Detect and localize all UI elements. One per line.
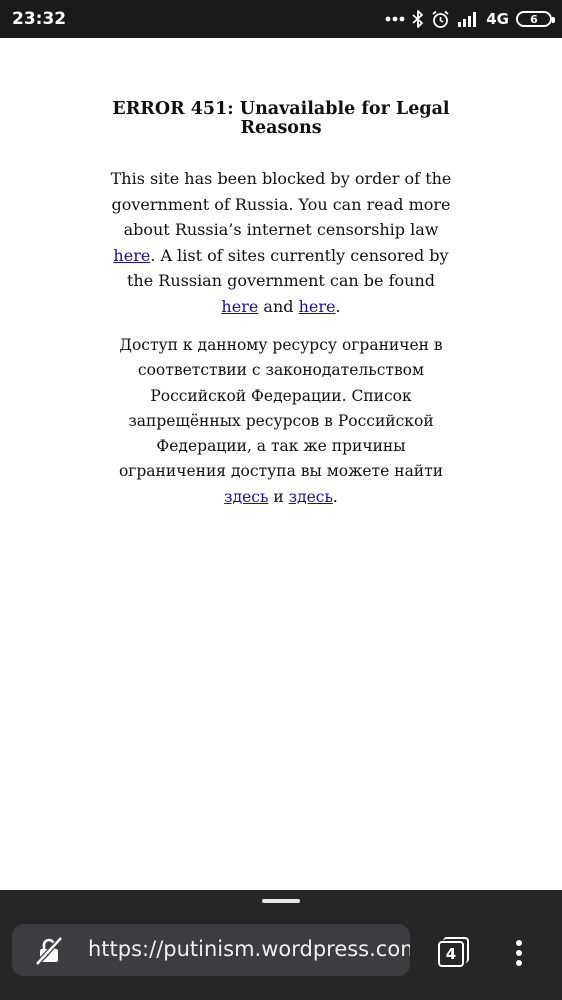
menu-dot-icon <box>516 950 522 956</box>
russian-link-1[interactable]: здесь <box>224 488 268 506</box>
battery-icon: 6 <box>516 11 555 27</box>
russian-text-1: Доступ к данному ресурсу ограничен в соо… <box>118 336 444 481</box>
battery-level: 6 <box>530 12 538 26</box>
censored-list-link-1[interactable]: here <box>221 297 258 316</box>
tabs-button[interactable]: 4 <box>438 937 472 971</box>
menu-dot-icon <box>516 960 522 966</box>
english-text-3: and <box>258 296 299 316</box>
english-text-1: This site has been blocked by order of t… <box>110 169 452 239</box>
network-type: 4G <box>486 10 509 28</box>
status-icons: 4G 6 <box>385 10 555 29</box>
page-content: ERROR 451: Unavailable for Legal Reasons… <box>110 100 452 510</box>
russian-text-3: . <box>332 487 338 506</box>
browser-bottom-bar: https://putinism.wordpress.com 4 <box>0 890 562 1000</box>
english-text-2: . A list of sites currently censored by … <box>127 245 449 291</box>
drag-handle[interactable] <box>262 899 300 903</box>
page-title: ERROR 451: Unavailable for Legal Reasons <box>112 99 450 138</box>
menu-dot-icon <box>516 940 522 946</box>
russian-paragraph: Доступ к данному ресурсу ограничен в соо… <box>110 333 452 510</box>
alarm-icon <box>432 10 449 28</box>
english-text-4: . <box>335 296 341 316</box>
more-dots-icon <box>385 16 405 22</box>
insecure-lock-icon[interactable] <box>34 936 64 966</box>
status-bar: 23:32 4G 6 <box>0 0 562 38</box>
status-time: 23:32 <box>12 9 67 29</box>
url-text[interactable]: https://putinism.wordpress.com <box>88 937 410 961</box>
signal-icon <box>458 12 477 27</box>
russian-text-2: и <box>268 487 289 506</box>
law-link[interactable]: here <box>113 246 150 265</box>
address-bar[interactable]: https://putinism.wordpress.com <box>12 924 410 976</box>
tab-count: 4 <box>438 941 464 967</box>
menu-button[interactable] <box>510 940 528 970</box>
russian-link-2[interactable]: здесь <box>289 488 333 506</box>
censored-list-link-2[interactable]: here <box>299 297 336 316</box>
bluetooth-icon <box>412 10 424 28</box>
english-paragraph: This site has been blocked by order of t… <box>110 166 452 319</box>
